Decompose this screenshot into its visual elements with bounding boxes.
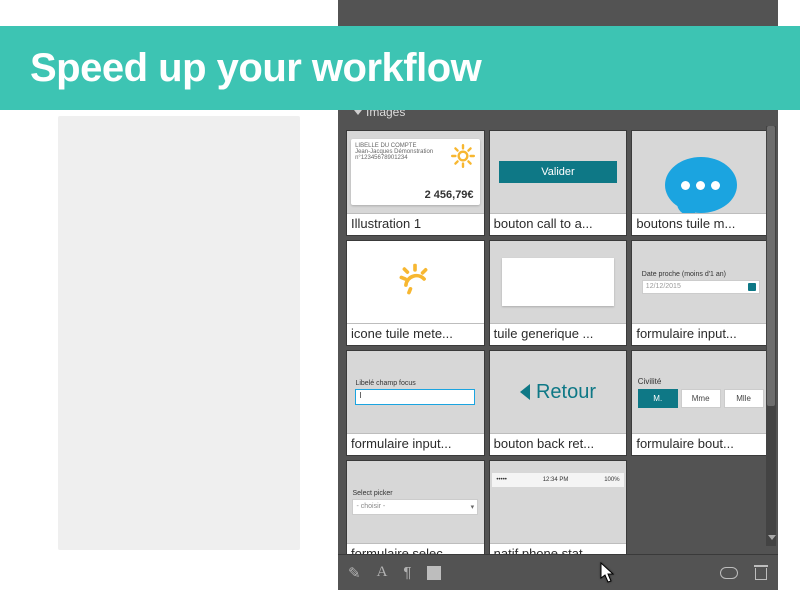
chat-bubble-icon (665, 157, 737, 213)
headline-banner: Speed up your workflow (0, 26, 800, 110)
asset-label: formulaire input... (347, 433, 484, 455)
radio-option: Mme (681, 389, 721, 408)
asset-thumbnail: ••••• 12:34 PM 100% (490, 461, 627, 543)
valider-button-preview: Valider (499, 161, 617, 183)
asset-item[interactable]: Libelé champ focus I formulaire input... (346, 350, 485, 456)
asset-label: tuile generique ... (490, 323, 627, 345)
asset-grid: LIBELLE DU COMPTE Jean-Jacques Démonstra… (338, 126, 778, 554)
field-value: 12/12/2015 (646, 283, 681, 290)
headline-text: Speed up your workflow (30, 46, 481, 91)
back-text: Retour (536, 381, 596, 404)
scrollbar-thumb[interactable] (767, 126, 775, 406)
asset-item[interactable]: Retour bouton back ret... (489, 350, 628, 456)
graphic-icon[interactable] (427, 566, 441, 580)
sun-partial-icon (397, 264, 433, 300)
paragraph-style-icon[interactable]: ¶ (403, 564, 411, 581)
radio-option: Mlle (724, 389, 764, 408)
character-style-icon[interactable]: A (377, 564, 388, 581)
asset-thumbnail (490, 241, 627, 323)
status-battery: 100% (604, 477, 619, 483)
asset-label: Illustration 1 (347, 213, 484, 235)
asset-label: bouton call to a... (490, 213, 627, 235)
back-button-preview: Retour (520, 381, 596, 404)
sun-icon (450, 143, 476, 169)
cloud-sync-icon[interactable] (720, 567, 738, 579)
asset-item[interactable]: icone tuile mete... (346, 240, 485, 346)
select-field-preview: - choisir - ▾ (352, 499, 478, 515)
asset-item[interactable]: Civilité M. Mme Mlle formulaire bout... (631, 350, 770, 456)
generic-tile-preview (502, 258, 614, 306)
asset-item[interactable]: Select picker - choisir - ▾ formulaire s… (346, 460, 485, 554)
field-label: Civilité (638, 377, 764, 386)
asset-thumbnail (632, 131, 769, 213)
eyedropper-icon[interactable]: ✎ (348, 564, 361, 582)
canvas-placeholder (58, 116, 300, 550)
field-value: - choisir - (356, 503, 385, 510)
asset-label: boutons tuile m... (632, 213, 769, 235)
calendar-icon (748, 283, 756, 291)
trash-icon[interactable] (754, 565, 768, 580)
field-label: Select picker (352, 490, 478, 497)
status-time: 12:34 PM (543, 477, 569, 483)
asset-item[interactable]: tuile generique ... (489, 240, 628, 346)
panel-toolbar: ✎ A ¶ (338, 554, 778, 590)
focused-field-preview: I (355, 389, 475, 405)
asset-item[interactable]: LIBELLE DU COMPTE Jean-Jacques Démonstra… (346, 130, 485, 236)
asset-item[interactable]: Date proche (moins d'1 an) 12/12/2015 fo… (631, 240, 770, 346)
asset-label: bouton back ret... (490, 433, 627, 455)
asset-thumbnail: Libelé champ focus I (347, 351, 484, 433)
asset-label: formulaire input... (632, 323, 769, 345)
statusbar-preview: ••••• 12:34 PM 100% (492, 473, 623, 487)
field-label: Libelé champ focus (355, 380, 475, 387)
field-label: Date proche (moins d'1 an) (642, 271, 760, 278)
date-field-preview: 12/12/2015 (642, 280, 760, 294)
radio-option: M. (638, 389, 678, 408)
asset-label: formulaire selec... (347, 543, 484, 554)
asset-item[interactable]: ••••• 12:34 PM 100% natif phone stat... (489, 460, 628, 554)
asset-thumbnail: Select picker - choisir - ▾ (347, 461, 484, 543)
asset-item[interactable]: Valider bouton call to a... (489, 130, 628, 236)
scrollbar[interactable] (766, 126, 776, 546)
asset-label: formulaire bout... (632, 433, 769, 455)
asset-thumbnail: LIBELLE DU COMPTE Jean-Jacques Démonstra… (347, 131, 484, 213)
status-carrier: ••••• (496, 477, 507, 483)
asset-thumbnail: Retour (490, 351, 627, 433)
asset-item[interactable]: boutons tuile m... (631, 130, 770, 236)
scroll-down-icon[interactable] (768, 535, 776, 540)
asset-label: natif phone stat... (490, 543, 627, 554)
chevron-down-icon (354, 110, 362, 115)
asset-thumbnail: Civilité M. Mme Mlle (632, 351, 769, 433)
radio-row-preview: M. Mme Mlle (638, 389, 764, 408)
card-amount: 2 456,79€ (425, 189, 474, 201)
asset-label: icone tuile mete... (347, 323, 484, 345)
chevron-left-icon (520, 384, 530, 400)
asset-thumbnail: Date proche (moins d'1 an) 12/12/2015 (632, 241, 769, 323)
asset-thumbnail (347, 241, 484, 323)
asset-thumbnail: Valider (490, 131, 627, 213)
